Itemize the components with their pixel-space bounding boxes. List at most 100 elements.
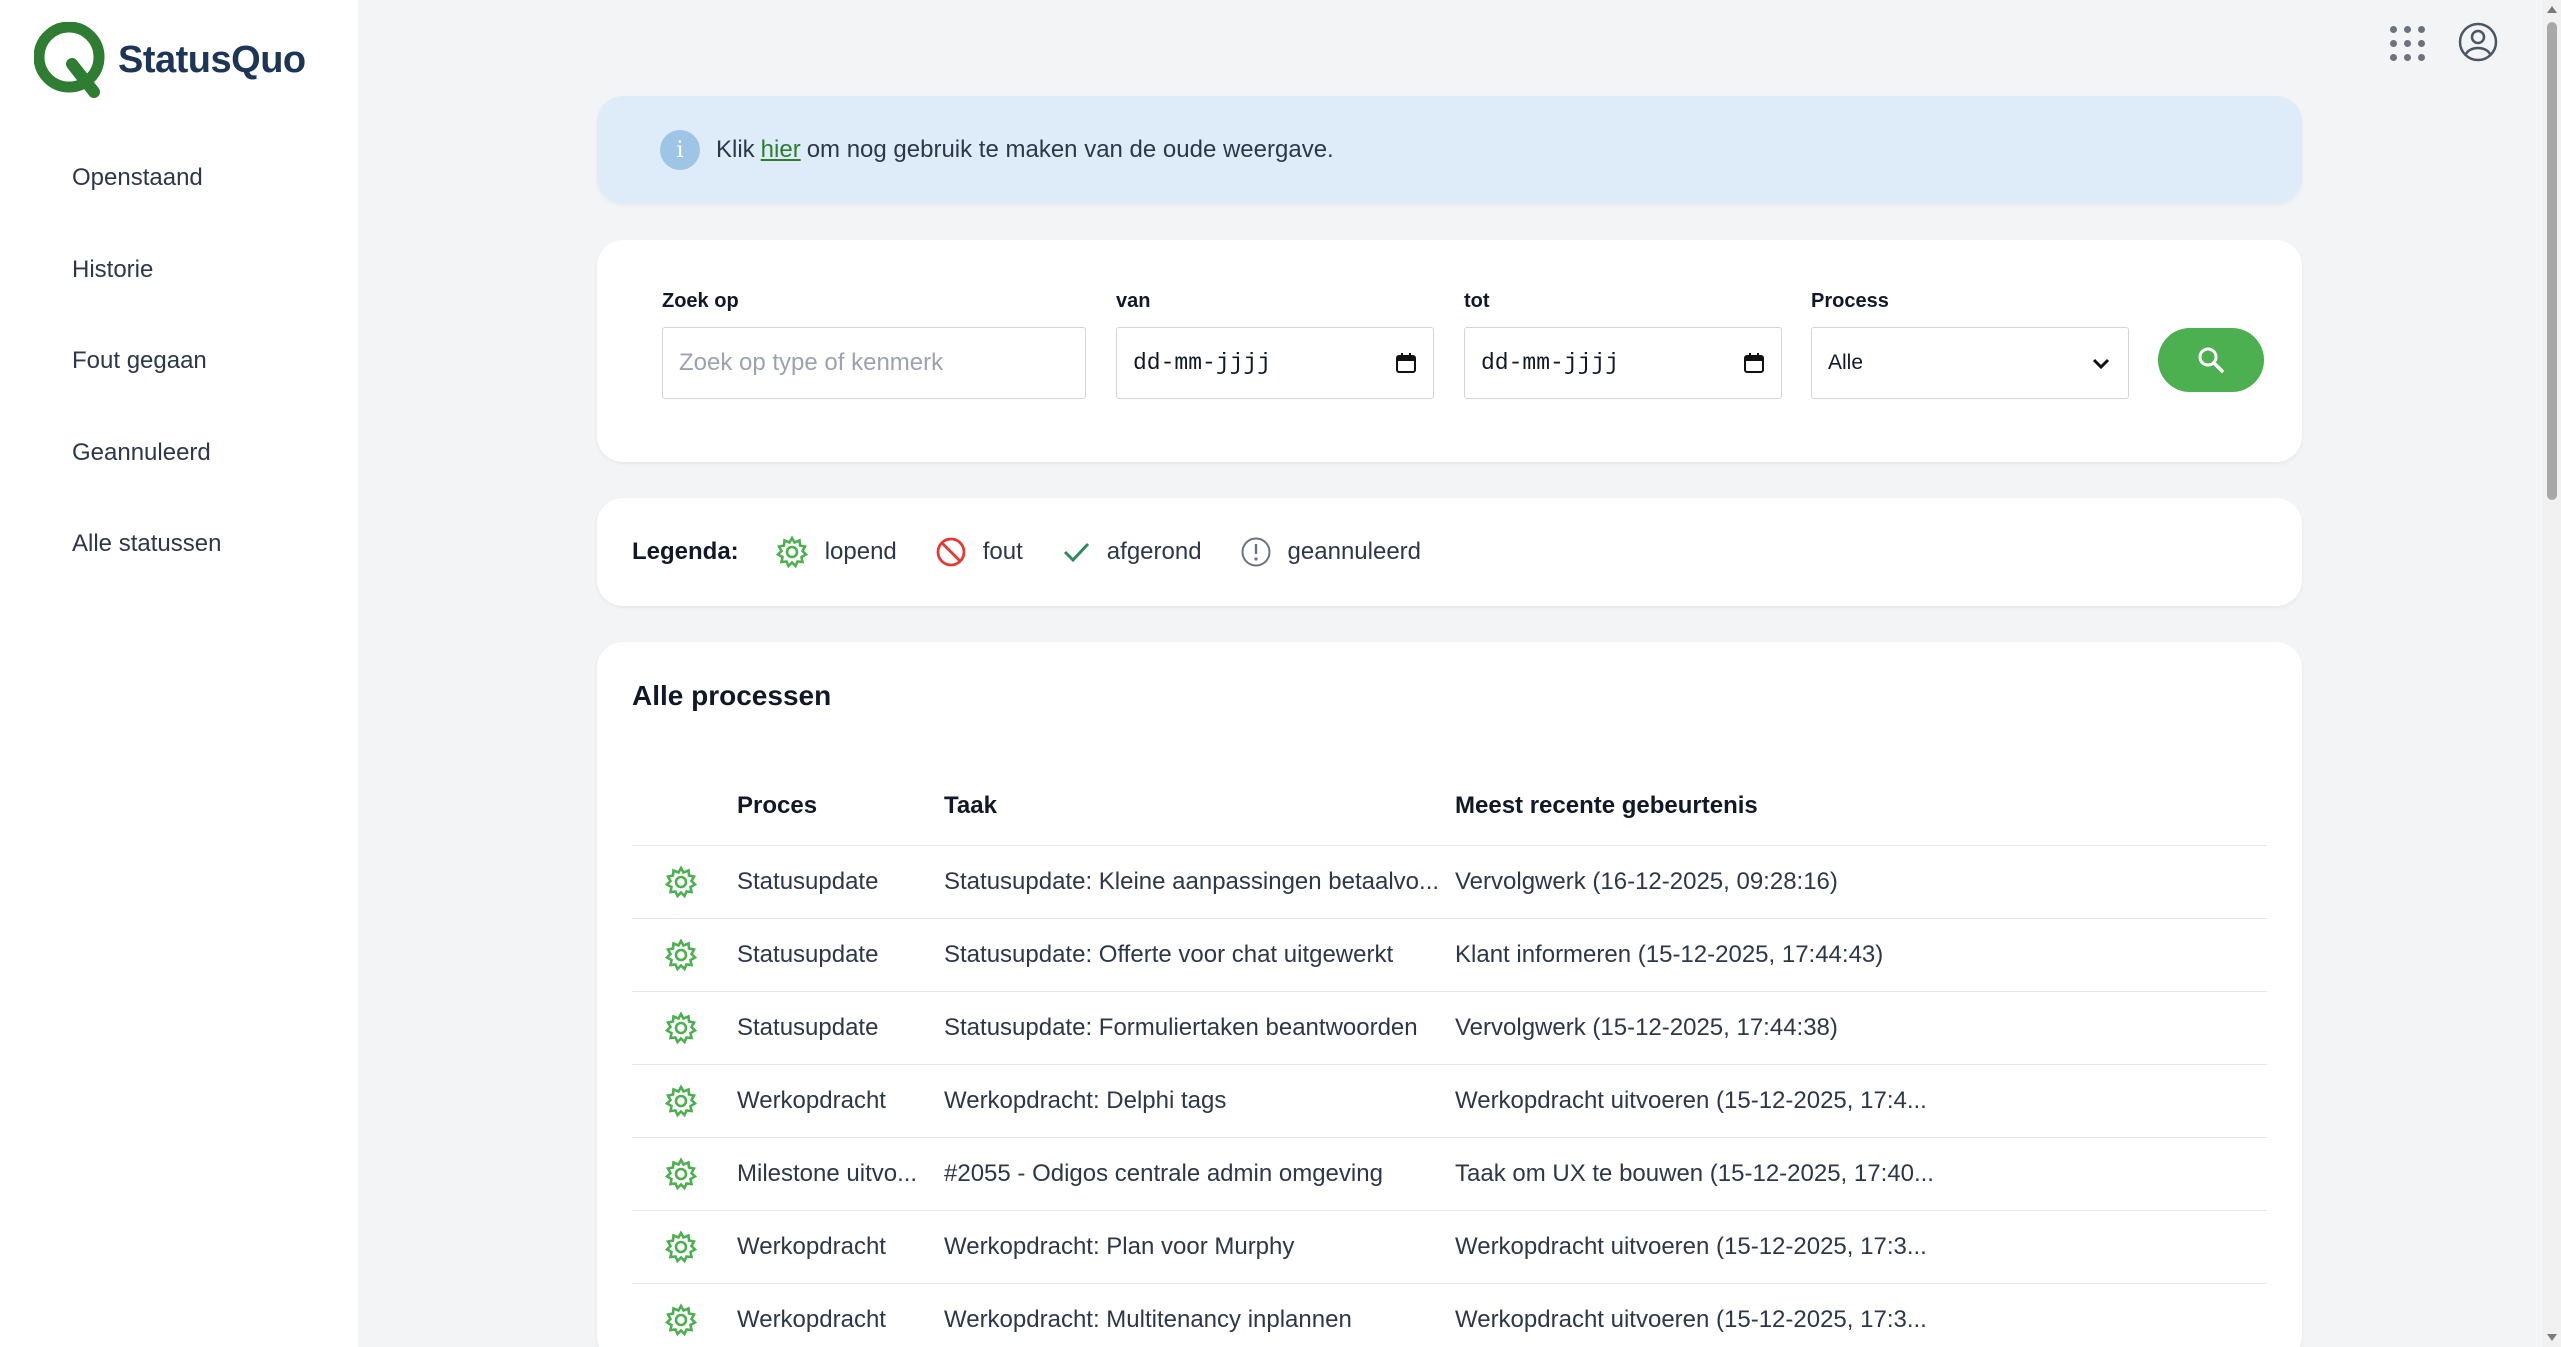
scroll-thumb[interactable] — [2547, 22, 2557, 500]
row-recent: Werkopdracht uitvoeren (15-12-2025, 17:4… — [1455, 1087, 1927, 1114]
legend-label-geannuleerd: geannuleerd — [1287, 538, 1421, 565]
row-status — [632, 1084, 737, 1118]
gear-icon — [664, 1084, 698, 1118]
process-select-value: Alle — [1828, 351, 1864, 374]
gear-icon — [664, 1230, 698, 1264]
row-status — [632, 1157, 737, 1191]
row-proces: Werkopdracht — [737, 1306, 886, 1333]
header-proces[interactable]: Proces — [737, 792, 944, 833]
sidebar-item-fout-gegaan[interactable]: Fout gegaan — [72, 333, 221, 425]
row-proces: Statusupdate — [737, 1014, 879, 1041]
table-row[interactable]: Statusupdate Statusupdate: Kleine aanpass… — [632, 846, 2267, 919]
row-proces: Werkopdracht — [737, 1233, 886, 1260]
header-taak[interactable]: Taak — [944, 792, 1455, 833]
legend-label-lopend: lopend — [824, 538, 897, 565]
check-icon — [1063, 542, 1089, 563]
row-taak: Werkopdracht: Multitenancy inplannen — [944, 1306, 1352, 1333]
info-icon: i — [660, 130, 700, 170]
sidebar-item-historie[interactable]: Historie — [72, 242, 221, 334]
van-date-input[interactable]: dd-mm-jjjj — [1116, 327, 1434, 399]
processes-table-card: Alle processen Proces Taak Meest recente… — [597, 642, 2302, 1347]
zoek-field: Zoek op — [662, 290, 1086, 399]
table-body: Statusupdate Statusupdate: Kleine aanpass… — [632, 846, 2267, 1347]
row-proces: Milestone uitvo... — [737, 1160, 918, 1187]
row-status — [632, 865, 737, 899]
blocked-icon — [936, 537, 966, 567]
sidebar-item-openstaand[interactable]: Openstaand — [72, 150, 221, 242]
row-recent: Klant informeren (15-12-2025, 17:44:43) — [1455, 941, 1884, 968]
sidebar: StatusQuo Openstaand Historie Fout gegaa… — [0, 0, 358, 1347]
gear-icon — [664, 1011, 698, 1045]
row-proces: Werkopdracht — [737, 1087, 886, 1114]
row-status — [632, 1303, 737, 1337]
scroll-down-arrow[interactable] — [2547, 1334, 2557, 1341]
row-recent: Werkopdracht uitvoeren (15-12-2025, 17:3… — [1455, 1233, 1927, 1260]
van-label: van — [1116, 290, 1151, 312]
search-panel: Zoek op van dd-mm-jjjj to — [597, 240, 2302, 462]
van-date-value: dd-mm-jjjj — [1133, 350, 1272, 376]
van-field: van dd-mm-jjjj — [1116, 290, 1434, 399]
tot-date-input[interactable]: dd-mm-jjjj — [1464, 327, 1782, 399]
page-scrollbar[interactable] — [2543, 0, 2561, 1347]
topbar-icons — [2386, 22, 2498, 62]
table-row[interactable]: Werkopdracht Werkopdracht: Multitenancy i… — [632, 1284, 2267, 1347]
header-recent[interactable]: Meest recente gebeurtenis — [1455, 792, 2267, 833]
legend-item-geannuleerd: geannuleerd — [1240, 536, 1421, 568]
gear-icon — [664, 1157, 698, 1191]
logo[interactable]: StatusQuo — [34, 22, 306, 98]
row-taak: Werkopdracht: Plan voor Murphy — [944, 1233, 1295, 1260]
process-label: Process — [1811, 290, 1889, 312]
header-status — [632, 792, 737, 833]
alert-link[interactable]: hier — [761, 136, 801, 164]
row-status — [632, 1011, 737, 1045]
row-recent: Taak om UX te bouwen (15-12-2025, 17:40.… — [1455, 1160, 1934, 1187]
exclamation-circle-icon — [1241, 537, 1271, 567]
user-circle-icon[interactable] — [2458, 22, 2498, 62]
row-taak: #2055 - Odigos centrale admin omgeving — [944, 1160, 1383, 1187]
table-title: Alle processen — [632, 680, 832, 711]
row-taak: Statusupdate: Offerte voor chat uitgewer… — [944, 941, 1394, 968]
process-field: Process Alle — [1811, 290, 2129, 399]
row-proces: Statusupdate — [737, 868, 879, 895]
row-status — [632, 1230, 737, 1264]
legend-label-afgerond: afgerond — [1106, 538, 1202, 565]
row-recent: Werkopdracht uitvoeren (15-12-2025, 17:3… — [1455, 1306, 1927, 1333]
tot-label: tot — [1464, 290, 1490, 312]
legend-item-fout: fout — [935, 536, 1023, 568]
tot-date-value: dd-mm-jjjj — [1481, 350, 1620, 376]
main-content: i Klik hier om nog gebruik te maken van … — [597, 96, 2302, 1347]
search-button[interactable] — [2158, 328, 2264, 392]
gear-icon — [664, 938, 698, 972]
tot-field: tot dd-mm-jjjj — [1464, 290, 1782, 399]
calendar-icon[interactable] — [1395, 352, 1417, 374]
table-row[interactable]: Milestone uitvo... #2055 - Odigos central… — [632, 1138, 2267, 1211]
table-row[interactable]: Statusupdate Statusupdate: Offerte voor c… — [632, 919, 2267, 992]
sidebar-item-geannuleerd[interactable]: Geannuleerd — [72, 425, 221, 517]
sidebar-nav: Openstaand Historie Fout gegaan Geannule… — [72, 150, 221, 608]
brand-name: StatusQuo — [118, 38, 306, 81]
legend-item-afgerond: afgerond — [1061, 537, 1202, 567]
gear-icon — [664, 1303, 698, 1337]
alert-suffix: om nog gebruik te maken van de oude weer… — [806, 136, 1334, 163]
scroll-up-arrow[interactable] — [2547, 6, 2557, 13]
row-taak: Statusupdate: Formuliertaken beantwoorde… — [944, 1014, 1418, 1041]
table-row[interactable]: Werkopdracht Werkopdracht: Delphi tags Wer… — [632, 1065, 2267, 1138]
table-row[interactable]: Statusupdate Statusupdate: Formuliertaken… — [632, 992, 2267, 1065]
process-select[interactable]: Alle — [1811, 327, 2129, 399]
row-proces: Statusupdate — [737, 941, 879, 968]
table-row[interactable]: Werkopdracht Werkopdracht: Plan voor Murp… — [632, 1211, 2267, 1284]
calendar-icon[interactable] — [1743, 352, 1765, 374]
legend-label-fout: fout — [982, 538, 1023, 565]
statusquo-logo-icon — [34, 22, 105, 98]
gear-icon — [664, 865, 698, 899]
search-input[interactable] — [679, 349, 1069, 377]
legend-title: Legenda: — [632, 538, 739, 565]
table-header: Proces Taak Meest recente gebeurtenis — [632, 792, 2267, 846]
row-taak: Werkopdracht: Delphi tags — [944, 1087, 1227, 1114]
gear-icon — [775, 535, 808, 569]
apps-grid-icon[interactable] — [2386, 22, 2426, 62]
search-icon — [2198, 347, 2224, 373]
sidebar-item-alle-statussen[interactable]: Alle statussen — [72, 516, 221, 608]
alert-prefix: Klik — [716, 136, 755, 163]
legend: Legenda: lopend fout afgerond geannuleer… — [597, 498, 2302, 606]
